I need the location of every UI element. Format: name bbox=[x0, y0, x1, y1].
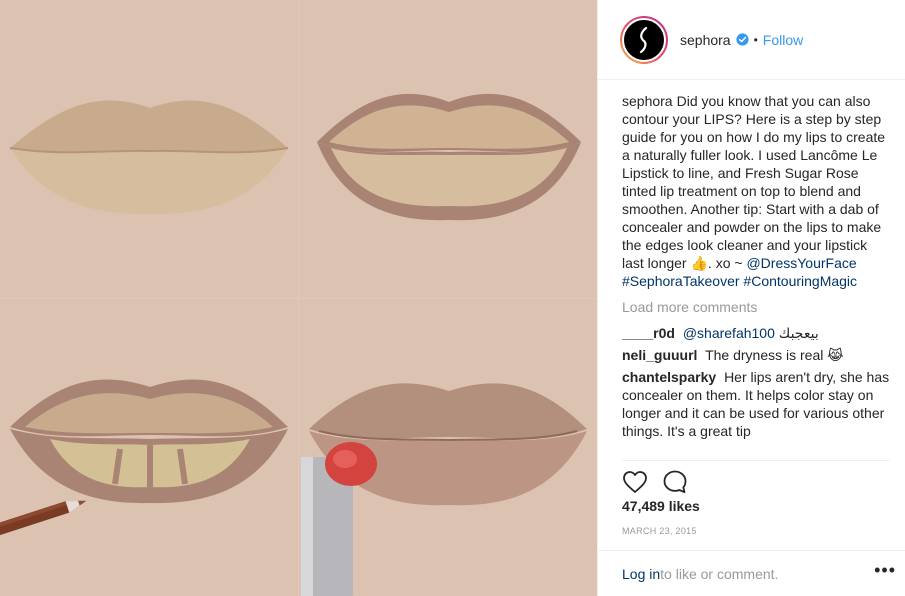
comment-item: ____r0d @sharefah100 بيعجبك bbox=[622, 324, 890, 342]
comment-username[interactable]: ____r0d bbox=[622, 325, 675, 341]
post-header: sephora • Follow bbox=[598, 0, 905, 80]
post-caption: sephora Did you know that you can also co… bbox=[622, 92, 890, 290]
login-link[interactable]: Log in bbox=[622, 566, 660, 582]
photo-step-2-lined-lips bbox=[299, 0, 597, 298]
load-more-comments-button[interactable]: Load more comments bbox=[622, 298, 890, 316]
post-footer: Log in to like or comment. ••• bbox=[598, 550, 905, 596]
comment-username[interactable]: chantelsparky bbox=[622, 369, 716, 385]
comment-bubble-icon[interactable] bbox=[662, 469, 688, 495]
photo-step-4-lipstick-applied bbox=[299, 299, 597, 596]
photo-step-1-bare-lips bbox=[0, 0, 298, 298]
comment-text: بيعجبك bbox=[778, 325, 819, 341]
comment-text: The dryness is real bbox=[705, 347, 824, 363]
follow-button[interactable]: Follow bbox=[763, 32, 803, 48]
thumbs-up-emoji: 👍 bbox=[690, 255, 708, 271]
header-separator-dot: • bbox=[753, 32, 758, 47]
post-sidebar: sephora • Follow sephora Did you know tha… bbox=[597, 0, 905, 596]
likes-count[interactable]: 47,489 likes bbox=[622, 498, 700, 514]
avatar bbox=[622, 17, 666, 62]
comments-list[interactable]: sephora Did you know that you can also co… bbox=[622, 92, 890, 460]
photo-step-3-contour-pencil bbox=[0, 299, 298, 596]
comment-item: chantelsparky Her lips aren't dry, she h… bbox=[622, 368, 890, 440]
login-prompt-text: to like or comment. bbox=[660, 565, 779, 582]
caption-username[interactable]: sephora bbox=[622, 93, 673, 109]
comment-mention[interactable]: @sharefah100 bbox=[683, 325, 775, 341]
verified-badge-icon bbox=[736, 33, 749, 46]
caption-tail: . xo ~ bbox=[707, 255, 743, 271]
post-photo[interactable] bbox=[0, 0, 597, 596]
post-date: MARCH 23, 2015 bbox=[622, 526, 697, 536]
caption-hashtag-contouringmagic[interactable]: #ContouringMagic bbox=[743, 273, 857, 289]
caption-mention[interactable]: @DressYourFace bbox=[746, 255, 856, 271]
post-actions bbox=[622, 460, 890, 496]
header-username[interactable]: sephora bbox=[680, 32, 731, 48]
more-options-icon[interactable]: ••• bbox=[874, 561, 896, 579]
comment-username[interactable]: neli_guuurl bbox=[622, 347, 697, 363]
heart-icon[interactable] bbox=[622, 470, 648, 494]
cat-laughing-emoji: 😹 bbox=[827, 347, 844, 363]
sephora-logo-icon bbox=[639, 26, 648, 53]
caption-text: Did you know that you can also contour y… bbox=[622, 93, 886, 271]
caption-hashtag-sephoratakeover[interactable]: #SephoraTakeover bbox=[622, 273, 740, 289]
avatar-story-ring[interactable] bbox=[620, 15, 668, 64]
comment-item: neli_guuurl The dryness is real 😹 bbox=[622, 346, 890, 364]
